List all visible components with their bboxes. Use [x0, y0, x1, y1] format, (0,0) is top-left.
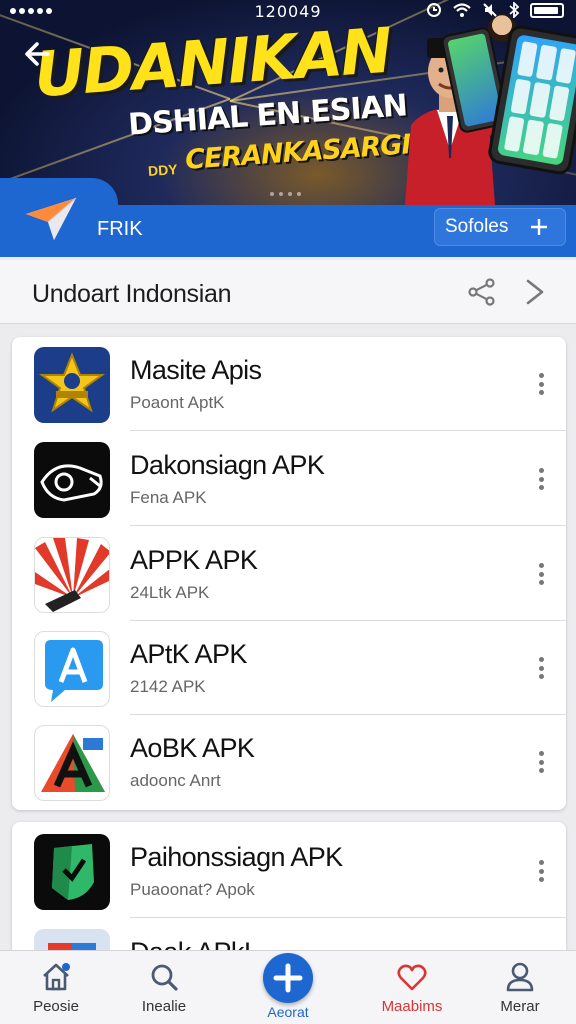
- bluetooth-icon: [509, 2, 520, 18]
- more-options-icon[interactable]: [532, 856, 550, 886]
- heart-icon: [397, 964, 427, 991]
- more-options-icon[interactable]: [532, 653, 550, 683]
- app-subtitle: 2142 APK: [130, 677, 206, 696]
- app-list-card: Masite Apis Poaont AptK Dakonsiagn APK F…: [12, 337, 566, 810]
- app-list-item[interactable]: APtK APK 2142 APK: [12, 621, 566, 715]
- share-icon[interactable]: [466, 276, 498, 308]
- app-list-item[interactable]: Dakonsiagn APK Fena APK: [12, 432, 566, 526]
- blue-a-icon: [34, 631, 110, 707]
- chevron-right-icon[interactable]: [518, 276, 550, 308]
- sort-button[interactable]: Sofoles: [434, 208, 566, 246]
- bottom-nav: Peosie Inealie Aeorat Maabims Merar: [0, 950, 576, 1024]
- app-name: Paihonssiagn APK: [130, 842, 343, 872]
- add-button[interactable]: [263, 953, 313, 1003]
- fish-outline-icon: [34, 442, 110, 518]
- more-options-icon[interactable]: [532, 747, 550, 777]
- home-icon: [43, 963, 70, 991]
- nav-label: Peosie: [33, 998, 79, 1015]
- app-subtitle: Fena APK: [130, 488, 207, 507]
- app-list-item[interactable]: Paihonssiagn APK Puaoonat? Apok: [12, 824, 566, 918]
- back-arrow-icon[interactable]: [18, 34, 58, 74]
- nav-label: Aeorat: [267, 1004, 309, 1020]
- mute-icon: [483, 3, 497, 17]
- carousel-dots[interactable]: [270, 192, 301, 196]
- banner-subtitle-small: DDY: [147, 160, 179, 180]
- app-subtitle: 24Ltk APK: [130, 583, 210, 602]
- plus-icon: [531, 219, 548, 235]
- sort-label: Sofoles: [445, 216, 509, 237]
- nav-label: Merar: [500, 998, 540, 1015]
- nav-add[interactable]: Aeorat: [238, 951, 338, 1024]
- star-badge-icon: [34, 347, 110, 423]
- profile-icon: [506, 962, 534, 992]
- status-bar: 120049: [0, 0, 576, 24]
- app-subtitle: adoonc Anrt: [130, 771, 221, 790]
- battery-icon: [530, 2, 564, 18]
- promo-banner[interactable]: UDANIKAN DSHIAL EN.ESIAN DDY CERANKASARG…: [0, 0, 576, 205]
- nav-label: Maabims: [381, 998, 443, 1015]
- paper-plane-icon: [26, 197, 77, 240]
- app-list-item[interactable]: APPK APK 24Ltk APK: [12, 527, 566, 621]
- nav-label: Inealie: [141, 998, 187, 1015]
- more-options-icon[interactable]: [532, 464, 550, 494]
- more-options-icon[interactable]: [532, 559, 550, 589]
- nav-home[interactable]: Peosie: [6, 951, 106, 1024]
- wifi-icon: [453, 3, 471, 17]
- app-name: APPK APK: [130, 545, 258, 575]
- app-name: Masite Apis: [130, 355, 262, 385]
- app-list-item[interactable]: Masite Apis Poaont AptK: [12, 337, 566, 431]
- app-name: AoBK APK: [130, 733, 255, 763]
- nav-profile[interactable]: Merar: [470, 951, 570, 1024]
- add-icon: [273, 963, 303, 993]
- toolbar-label: FRIK: [97, 218, 143, 240]
- search-icon: [151, 964, 178, 991]
- green-shield-icon: [34, 834, 110, 910]
- app-subtitle: Puaoonat? Apok: [130, 880, 255, 899]
- app-subtitle: Poaont AptK: [130, 393, 225, 412]
- section-title: Undoart Indonsian: [32, 280, 232, 308]
- sunburst-icon: [34, 537, 110, 613]
- nav-search[interactable]: Inealie: [114, 951, 214, 1024]
- app-list-item[interactable]: AoBK APK adoonc Anrt: [12, 715, 566, 809]
- triangle-a-icon: [34, 725, 110, 801]
- nav-favorites[interactable]: Maabims: [362, 951, 462, 1024]
- alarm-icon: [427, 3, 441, 17]
- app-name: Dakonsiagn APK: [130, 450, 325, 480]
- more-options-icon[interactable]: [532, 369, 550, 399]
- app-name: APtK APK: [130, 639, 247, 669]
